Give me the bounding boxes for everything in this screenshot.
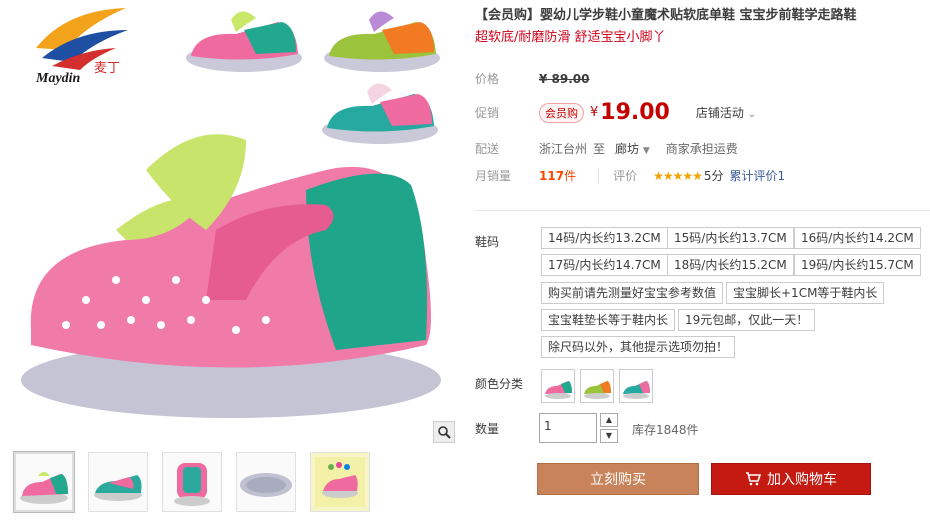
chevron-down-icon: ▼: [605, 431, 613, 440]
quantity-input[interactable]: 1: [539, 413, 597, 443]
promo-row: 促销 会员购 ¥ 19.00 店铺活动 ⌄: [475, 100, 756, 125]
shipping-from: 浙江台州: [539, 142, 588, 156]
product-subtitle: 超软底/耐磨防滑 舒适宝宝小脚丫: [475, 30, 666, 45]
size-option[interactable]: 宝宝鞋垫长等于鞋内长: [541, 309, 676, 331]
review-count-link[interactable]: 累计评价1: [730, 167, 786, 184]
magnifier-icon: [438, 426, 451, 439]
chevron-down-icon: ⌄: [747, 109, 757, 120]
quantity-decrease-button[interactable]: ▼: [600, 429, 618, 443]
size-option[interactable]: 17码/内长约14.7CM: [541, 254, 668, 276]
size-option[interactable]: 购买前请先测量好宝宝参考数值: [541, 282, 724, 304]
brand-name-cn: 麦丁: [94, 61, 120, 76]
quantity-label: 数量: [475, 422, 500, 436]
buy-now-button[interactable]: 立刻购买: [537, 463, 699, 495]
promo-currency: ¥: [590, 105, 599, 120]
size-option[interactable]: 除尺码以外，其他提示选项勿拍！: [541, 336, 736, 358]
size-option[interactable]: 19码/内长约15.7CM: [794, 254, 921, 276]
add-to-cart-button[interactable]: 加入购物车: [711, 463, 871, 495]
sales-label: 月销量: [475, 169, 512, 183]
sales-row: 月销量 117 件 评价 ★★★★★ 5分 累计评价1: [475, 167, 785, 184]
brand-name: Maydin: [35, 71, 81, 86]
zoom-button[interactable]: [433, 421, 455, 443]
original-price: ¥ 89.00: [539, 71, 590, 86]
main-product-image[interactable]: Maydin 麦丁: [6, 0, 456, 440]
color-label: 颜色分类: [475, 377, 524, 391]
color-swatch-pink[interactable]: [541, 369, 575, 403]
size-option[interactable]: 19元包邮，仅此一天！: [678, 309, 816, 331]
thumbnail-strip: [6, 451, 456, 518]
size-option[interactable]: 14码/内长约13.2CM: [541, 227, 668, 249]
shipping-row: 配送 浙江台州 至 廊坊 ▼ 商家承担运费: [475, 140, 738, 157]
shoe-illustration: Maydin 麦丁: [21, 8, 441, 418]
chevron-up-icon: ▲: [605, 415, 613, 424]
product-title: 【会员购】婴幼儿学步鞋小童魔术贴软底单鞋 宝宝步前鞋学走路鞋: [475, 8, 857, 23]
size-option[interactable]: 18码/内长约15.2CM: [667, 254, 794, 276]
promo-price: 19.00: [600, 100, 670, 125]
color-swatch-green[interactable]: [580, 369, 614, 403]
shipping-destination[interactable]: 廊坊 ▼: [615, 140, 650, 157]
thumbnail-5[interactable]: [310, 452, 370, 512]
product-gallery: Maydin 麦丁: [0, 0, 460, 531]
shipping-label: 配送: [475, 142, 500, 156]
thumbnail-4[interactable]: [236, 452, 296, 512]
price-row: 价格 ¥ 89.00: [475, 70, 590, 87]
rating-score: 5分: [703, 169, 724, 183]
size-option[interactable]: 宝宝脚长+1CM等于鞋内长: [726, 282, 885, 304]
color-swatch-teal[interactable]: [619, 369, 653, 403]
thumbnail-2[interactable]: [88, 452, 148, 512]
member-badge: 会员购: [539, 102, 584, 123]
review-label: 评价: [613, 169, 638, 183]
size-option[interactable]: 15码/内长约13.7CM: [667, 227, 794, 249]
product-info: 【会员购】婴幼儿学步鞋小童魔术贴软底单鞋 宝宝步前鞋学走路鞋 超软底/耐磨防滑 …: [475, 0, 930, 531]
cart-icon: [746, 472, 761, 486]
rating-stars: ★★★★★: [653, 168, 703, 183]
add-to-cart-label: 加入购物车: [767, 472, 837, 488]
size-label: 鞋码: [475, 235, 500, 249]
store-promo-link[interactable]: 店铺活动 ⌄: [696, 104, 756, 121]
divider: [598, 168, 600, 183]
shipping-note: 商家承担运费: [665, 142, 738, 156]
quantity-increase-button[interactable]: ▲: [600, 413, 618, 427]
brand-logo: Maydin 麦丁: [35, 8, 128, 86]
sales-count: 117: [539, 168, 565, 183]
stock-text: 库存1848件: [632, 423, 699, 437]
sales-unit: 件: [564, 169, 577, 183]
size-option[interactable]: 16码/内长约14.2CM: [794, 227, 921, 249]
divider: [475, 210, 930, 211]
caret-down-icon: ▼: [642, 146, 650, 156]
thumbnail-3[interactable]: [162, 452, 222, 512]
thumbnail-1[interactable]: [13, 451, 75, 513]
price-label: 价格: [475, 72, 500, 86]
promo-label: 促销: [475, 106, 500, 120]
shipping-to-word: 至: [593, 142, 606, 156]
